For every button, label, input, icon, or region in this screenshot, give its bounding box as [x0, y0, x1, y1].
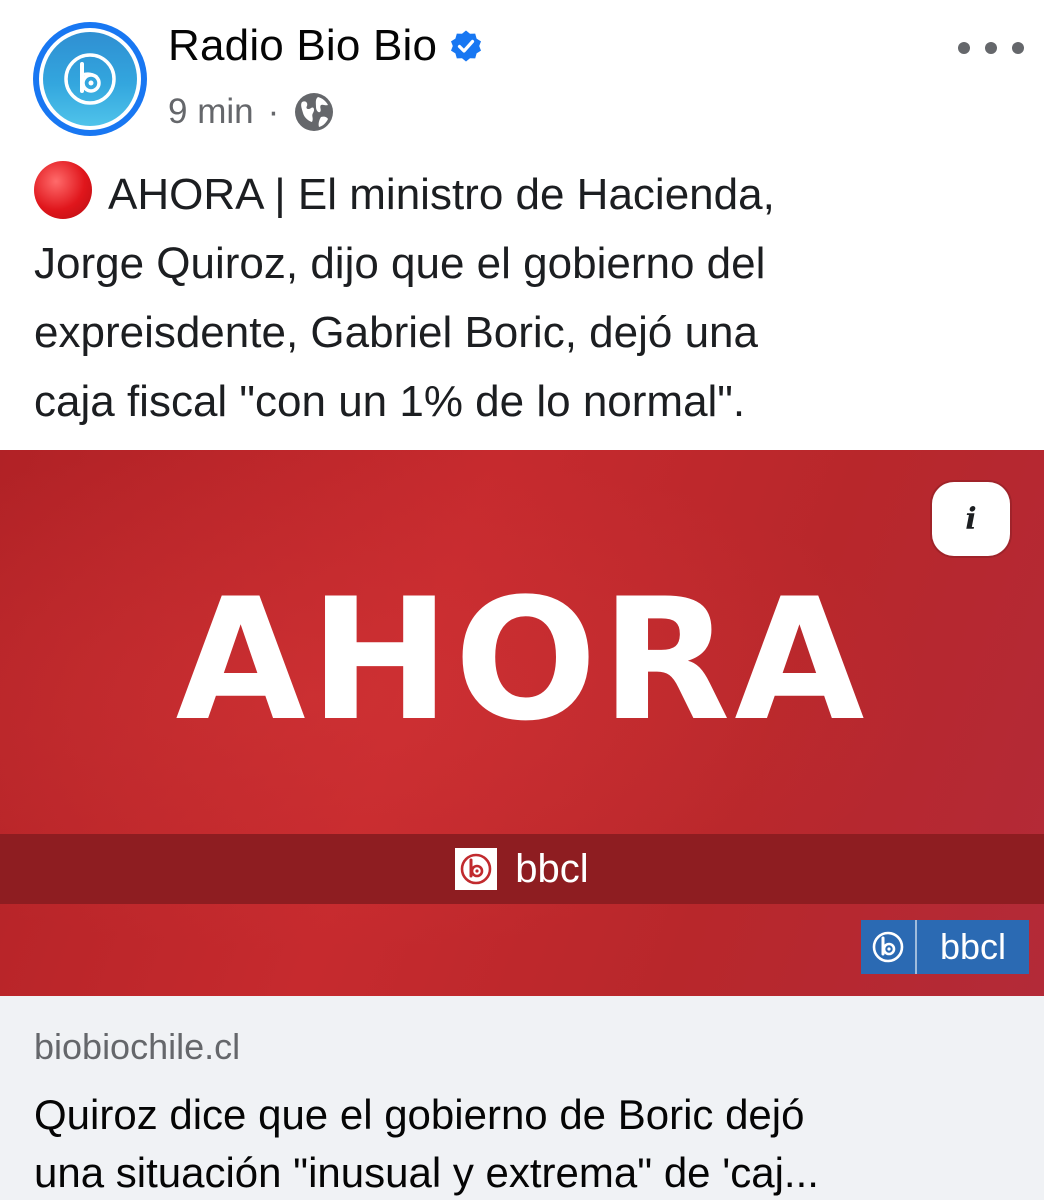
corner-brand-badge: bbcl: [861, 920, 1029, 974]
link-title-line-2: una situación "inusual y extrema" de 'ca…: [34, 1149, 819, 1196]
avatar-ring: [39, 28, 141, 130]
info-icon: i: [965, 501, 977, 537]
more-dot-icon: [958, 42, 970, 54]
page-avatar[interactable]: [33, 22, 147, 136]
post-text: AHORA | El ministro de Hacienda, Jorge Q…: [34, 160, 1024, 436]
post-text-line-4: caja fiscal "con un 1% de lo normal".: [34, 377, 746, 426]
ad-info-button[interactable]: i: [932, 482, 1010, 556]
band-brand-label: bbcl: [515, 846, 589, 891]
meta-separator: ·: [267, 92, 280, 131]
verified-badge-icon: [449, 29, 483, 63]
post-text-line-2: Jorge Quiroz, dijo que el gobierno del: [34, 239, 766, 288]
post-header: Radio Bio Bio 9 min ·: [0, 0, 1044, 150]
radio-bio-bio-logo-icon: [43, 32, 137, 126]
link-preview-card[interactable]: biobiochile.cl Quiroz dice que el gobier…: [0, 996, 1044, 1200]
red-circle-icon: [34, 161, 92, 219]
more-options-button[interactable]: [958, 26, 1024, 70]
page-name[interactable]: Radio Bio Bio: [168, 21, 437, 71]
post-image[interactable]: AHORA i bbcl bbcl: [0, 450, 1044, 996]
globe-icon: [293, 91, 335, 133]
badge-brand-label: bbcl: [939, 926, 1007, 967]
post-timestamp[interactable]: 9 min: [168, 92, 254, 132]
bbcl-badge-logo-icon: [861, 920, 917, 974]
image-headline: AHORA: [175, 562, 869, 758]
post-meta: 9 min ·: [168, 88, 335, 136]
post-text-line-1: AHORA | El ministro de Hacienda,: [108, 170, 775, 219]
image-brand-band: bbcl: [0, 834, 1044, 904]
post-text-line-3: expreisdente, Gabriel Boric, dejó una: [34, 308, 758, 357]
more-dot-icon: [1012, 42, 1024, 54]
link-title-line-1: Quiroz dice que el gobierno de Boric dej…: [34, 1091, 805, 1138]
more-dot-icon: [985, 42, 997, 54]
page-name-row: Radio Bio Bio: [168, 18, 483, 74]
bbcl-logo-icon: [455, 848, 498, 890]
post-text-line: AHORA | El ministro de Hacienda,: [34, 160, 1024, 229]
link-domain: biobiochile.cl: [34, 1026, 241, 1067]
link-title[interactable]: Quiroz dice que el gobierno de Boric dej…: [34, 1086, 1014, 1202]
